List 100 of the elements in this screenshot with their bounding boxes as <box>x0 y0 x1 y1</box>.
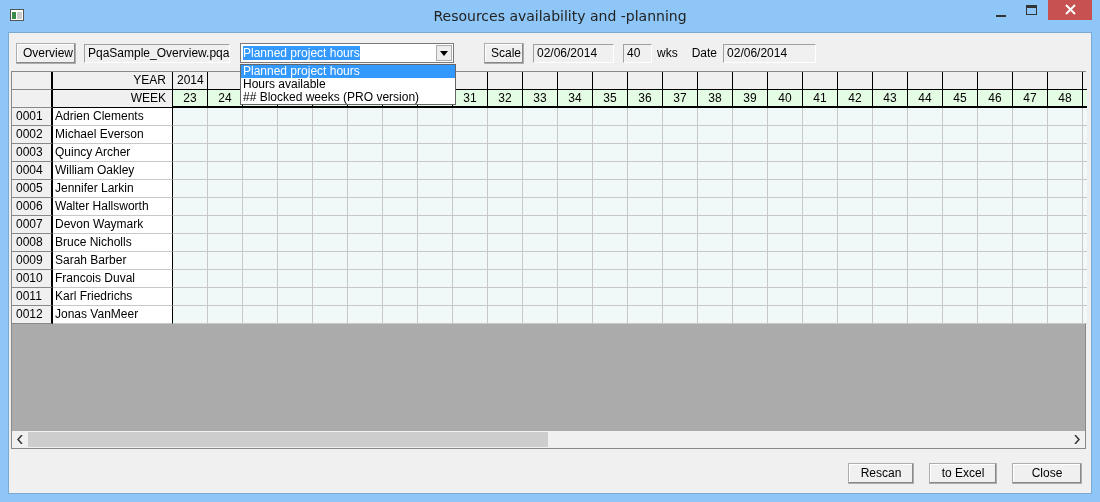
grid-cell[interactable] <box>1048 126 1083 144</box>
grid-cell[interactable] <box>173 270 208 288</box>
grid-cell[interactable] <box>803 108 838 126</box>
grid-cell[interactable] <box>803 216 838 234</box>
grid-cell[interactable] <box>768 126 803 144</box>
grid-cell[interactable] <box>733 252 768 270</box>
grid-cell[interactable] <box>208 126 243 144</box>
grid-cell[interactable] <box>418 144 453 162</box>
grid-cell[interactable] <box>1048 144 1083 162</box>
grid-cell[interactable] <box>558 126 593 144</box>
grid-cell[interactable] <box>838 216 873 234</box>
grid-cell[interactable] <box>488 288 523 306</box>
grid-cell[interactable] <box>698 306 733 324</box>
grid-cell[interactable] <box>348 252 383 270</box>
grid-cell[interactable] <box>348 162 383 180</box>
grid-cell[interactable] <box>593 216 628 234</box>
grid-cell[interactable] <box>838 198 873 216</box>
grid-cell[interactable] <box>698 126 733 144</box>
scroll-right-icon[interactable] <box>1074 435 1080 444</box>
grid-cell[interactable] <box>628 108 663 126</box>
grid-cell[interactable] <box>698 180 733 198</box>
grid-cell[interactable] <box>908 234 943 252</box>
close-button[interactable] <box>1048 0 1092 20</box>
grid-cell[interactable] <box>1013 198 1048 216</box>
grid-cell[interactable] <box>453 216 488 234</box>
grid-cell[interactable] <box>1013 252 1048 270</box>
grid-cell[interactable] <box>208 144 243 162</box>
grid-cell[interactable] <box>558 198 593 216</box>
grid-cell[interactable] <box>803 162 838 180</box>
grid-cell[interactable] <box>418 306 453 324</box>
grid-cell[interactable] <box>523 126 558 144</box>
grid-cell[interactable] <box>908 126 943 144</box>
grid-cell[interactable] <box>943 288 978 306</box>
grid-cell[interactable] <box>383 234 418 252</box>
grid-cell[interactable] <box>558 234 593 252</box>
grid-cell[interactable] <box>243 162 278 180</box>
grid-cell[interactable] <box>278 288 313 306</box>
grid-cell[interactable] <box>453 234 488 252</box>
grid-cell[interactable] <box>1013 288 1048 306</box>
grid-cell[interactable] <box>208 234 243 252</box>
dialog-button[interactable]: Rescan <box>848 462 914 484</box>
grid-cell[interactable] <box>243 306 278 324</box>
grid-cell[interactable] <box>593 288 628 306</box>
grid-cell[interactable] <box>733 198 768 216</box>
row-number[interactable]: 0007 <box>12 216 53 234</box>
grid-cell[interactable] <box>768 306 803 324</box>
grid-cell[interactable] <box>628 306 663 324</box>
grid-cell[interactable] <box>1048 108 1083 126</box>
grid-cell[interactable] <box>453 252 488 270</box>
grid-cell[interactable] <box>663 162 698 180</box>
row-number[interactable]: 0009 <box>12 252 53 270</box>
grid-cell[interactable] <box>348 198 383 216</box>
overview-button[interactable]: Overview <box>16 42 76 64</box>
grid-cell[interactable] <box>488 234 523 252</box>
dropdown-option[interactable]: ## Blocked weeks (PRO version) <box>241 91 455 104</box>
row-number[interactable]: 0012 <box>12 306 53 324</box>
grid-cell[interactable] <box>558 180 593 198</box>
grid-cell[interactable] <box>453 288 488 306</box>
scale-button[interactable]: Scale <box>484 42 524 64</box>
grid-cell[interactable] <box>943 216 978 234</box>
grid-cell[interactable] <box>838 234 873 252</box>
grid-cell[interactable] <box>663 270 698 288</box>
grid-cell[interactable] <box>873 216 908 234</box>
grid-cell[interactable] <box>1048 288 1083 306</box>
grid-cell[interactable] <box>873 288 908 306</box>
grid-cell[interactable] <box>383 252 418 270</box>
grid-cell[interactable] <box>908 180 943 198</box>
grid-cell[interactable] <box>628 234 663 252</box>
grid-cell[interactable] <box>593 198 628 216</box>
grid-cell[interactable] <box>698 234 733 252</box>
grid-cell[interactable] <box>453 198 488 216</box>
grid-cell[interactable] <box>1013 108 1048 126</box>
grid-cell[interactable] <box>628 198 663 216</box>
grid-cell[interactable] <box>1013 306 1048 324</box>
grid-cell[interactable] <box>1048 162 1083 180</box>
grid-cell[interactable] <box>383 180 418 198</box>
grid-cell[interactable] <box>908 162 943 180</box>
grid-cell[interactable] <box>383 270 418 288</box>
grid-cell[interactable] <box>383 162 418 180</box>
grid-cell[interactable] <box>873 162 908 180</box>
grid-cell[interactable] <box>208 162 243 180</box>
grid-cell[interactable] <box>173 126 208 144</box>
grid-cell[interactable] <box>628 180 663 198</box>
grid-cell[interactable] <box>593 108 628 126</box>
grid-cell[interactable] <box>943 198 978 216</box>
grid-cell[interactable] <box>733 144 768 162</box>
grid-cell[interactable] <box>348 288 383 306</box>
grid-cell[interactable] <box>733 108 768 126</box>
grid-cell[interactable] <box>383 144 418 162</box>
grid-cell[interactable] <box>383 198 418 216</box>
grid-cell[interactable] <box>943 126 978 144</box>
grid-cell[interactable] <box>733 126 768 144</box>
grid-cell[interactable] <box>313 270 348 288</box>
grid-cell[interactable] <box>663 252 698 270</box>
grid-cell[interactable] <box>173 234 208 252</box>
grid-cell[interactable] <box>278 162 313 180</box>
grid-cell[interactable] <box>593 144 628 162</box>
grid-cell[interactable] <box>943 252 978 270</box>
grid-cell[interactable] <box>768 216 803 234</box>
grid-cell[interactable] <box>278 252 313 270</box>
